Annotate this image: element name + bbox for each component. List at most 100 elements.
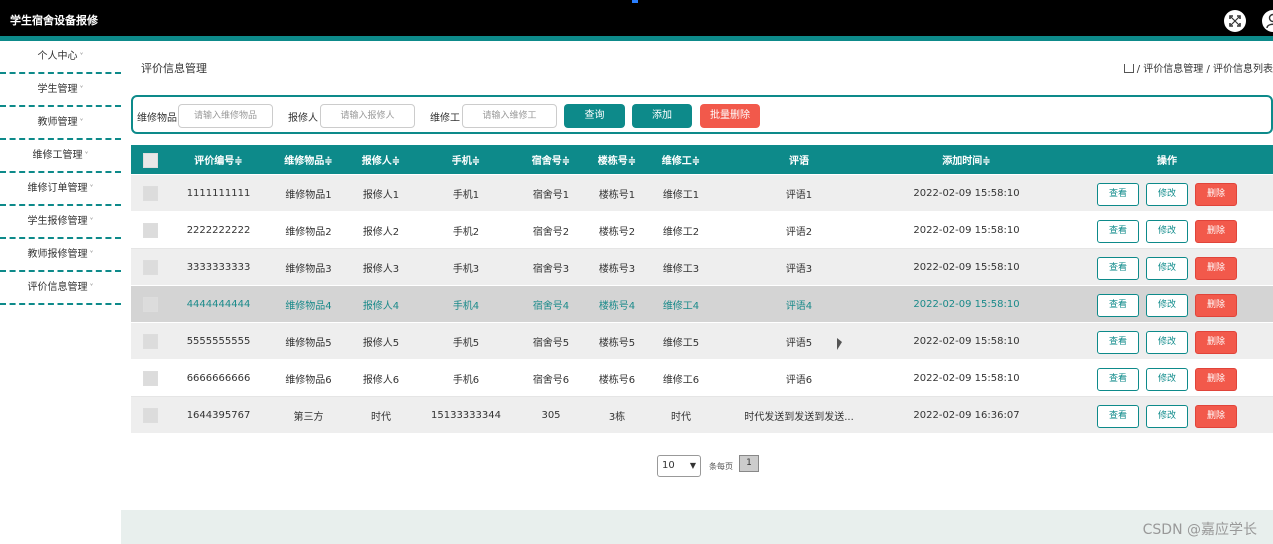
worker-search-input[interactable]: 请输入维修工: [462, 104, 557, 128]
row-checkbox[interactable]: [143, 260, 158, 275]
sidebar: 个人中心 ˅ 学生管理 ˅ 教师管理 ˅ 维修工管理 ˅ 维修订单管理 ˅ 学生报修管理 ˅…: [0, 41, 121, 544]
cell-phone: 手机2: [452, 226, 480, 238]
delete-button[interactable]: 删除: [1195, 257, 1237, 280]
delete-button[interactable]: 删除: [1195, 294, 1237, 317]
cell-building: 楼栋号3: [598, 263, 636, 275]
cell-reporter: 报修人1: [362, 189, 400, 201]
cell-id: 2222222222: [186, 224, 251, 236]
cell-comment: 评语5: [785, 337, 813, 349]
row-checkbox[interactable]: [143, 186, 158, 201]
cell-time: 2022-02-09 15:58:10: [913, 298, 1020, 310]
col-header-dorm[interactable]: 宿舍号≑: [516, 145, 586, 174]
edit-button[interactable]: 修改: [1146, 220, 1188, 243]
col-header-item[interactable]: 维修物品≑: [271, 145, 346, 174]
breadcrumb: / 评价信息管理 / 评价信息列表: [1123, 60, 1273, 75]
edit-button[interactable]: 修改: [1146, 331, 1188, 354]
sidebar-item-workers[interactable]: 维修工管理 ˅: [0, 140, 121, 173]
cell-dorm: 305: [541, 409, 561, 421]
row-checkbox[interactable]: [143, 297, 158, 312]
breadcrumb-text[interactable]: / 评价信息管理 / 评价信息列表: [1137, 64, 1273, 75]
delete-button[interactable]: 删除: [1195, 368, 1237, 391]
view-button[interactable]: 查看: [1097, 331, 1139, 354]
cell-id: 4444444444: [186, 298, 251, 310]
edit-button[interactable]: 修改: [1146, 294, 1188, 317]
delete-button[interactable]: 删除: [1195, 220, 1237, 243]
sidebar-item-orders[interactable]: 维修订单管理 ˅: [0, 173, 121, 206]
col-header-time[interactable]: 添加时间≑: [884, 145, 1049, 174]
cell-dorm: 宿舍号6: [532, 374, 570, 386]
row-checkbox[interactable]: [143, 408, 158, 423]
cell-item: 维修物品4: [285, 300, 332, 312]
reporter-label: 报修人: [288, 113, 318, 124]
page-number-button[interactable]: 1: [739, 455, 759, 472]
add-button[interactable]: 添加: [632, 104, 692, 128]
col-header-building[interactable]: 楼栋号≑: [586, 145, 648, 174]
cell-reporter: 报修人2: [362, 226, 400, 238]
cell-reporter: 报修人5: [362, 337, 400, 349]
cell-item: 维修物品1: [285, 189, 332, 201]
delete-button[interactable]: 删除: [1195, 405, 1237, 428]
table-row: 3333333333 维修物品3 报修人3 手机3 宿舍号3 楼栋号3 维修工3…: [131, 249, 1273, 286]
col-header-reporter[interactable]: 报修人≑: [346, 145, 416, 174]
edit-button[interactable]: 修改: [1146, 257, 1188, 280]
mouse-cursor-icon: [837, 338, 842, 350]
sidebar-item-label: 评价信息管理: [27, 282, 88, 293]
view-button[interactable]: 查看: [1097, 183, 1139, 206]
view-button[interactable]: 查看: [1097, 220, 1139, 243]
sidebar-item-reviews[interactable]: 评价信息管理 ˅: [0, 272, 121, 305]
edit-button[interactable]: 修改: [1146, 405, 1188, 428]
col-header-worker[interactable]: 维修工≑: [648, 145, 714, 174]
chevron-down-icon: ˅: [89, 217, 94, 226]
view-button[interactable]: 查看: [1097, 257, 1139, 280]
sidebar-item-teachers[interactable]: 教师管理 ˅: [0, 107, 121, 140]
home-icon[interactable]: [1123, 64, 1134, 73]
col-header-id[interactable]: 评价编号≑: [171, 145, 266, 174]
cell-dorm: 宿舍号3: [532, 263, 570, 275]
cell-time: 2022-02-09 15:58:10: [913, 187, 1020, 199]
delete-button[interactable]: 删除: [1195, 183, 1237, 206]
sidebar-item-label: 个人中心: [37, 51, 78, 62]
worker-label: 维修工: [430, 113, 460, 124]
edit-button[interactable]: 修改: [1146, 183, 1188, 206]
view-button[interactable]: 查看: [1097, 405, 1139, 428]
cell-building: 楼栋号2: [598, 226, 636, 238]
col-header-phone[interactable]: 手机≑: [416, 145, 516, 174]
sidebar-item-student-repairs[interactable]: 学生报修管理 ˅: [0, 206, 121, 239]
cell-id: 3333333333: [186, 261, 251, 273]
item-search-input[interactable]: 请输入维修物品: [178, 104, 273, 128]
row-checkbox[interactable]: [143, 334, 158, 349]
sidebar-item-students[interactable]: 学生管理 ˅: [0, 74, 121, 107]
cell-id: 1111111111: [186, 187, 251, 199]
col-header-comment: 评语: [789, 156, 809, 167]
cell-item: 维修物品5: [285, 337, 332, 349]
sidebar-item-teacher-repairs[interactable]: 教师报修管理 ˅: [0, 239, 121, 272]
sidebar-item-label: 学生报修管理: [27, 216, 88, 227]
col-header-ops: 操作: [1157, 156, 1177, 167]
cell-item: 维修物品3: [285, 263, 332, 275]
page-size-select[interactable]: 10 ▼: [657, 455, 701, 477]
query-button[interactable]: 查询: [564, 104, 625, 128]
reporter-search-input[interactable]: 请输入报修人: [320, 104, 415, 128]
sidebar-item-profile[interactable]: 个人中心 ˅: [0, 41, 121, 74]
fullscreen-icon[interactable]: [1224, 10, 1246, 32]
cell-item: 第三方: [293, 411, 324, 423]
cell-worker: 维修工4: [662, 300, 700, 312]
view-button[interactable]: 查看: [1097, 294, 1139, 317]
user-avatar-icon[interactable]: [1262, 10, 1273, 32]
chevron-down-icon: ˅: [79, 52, 84, 61]
row-checkbox[interactable]: [143, 371, 158, 386]
view-button[interactable]: 查看: [1097, 368, 1139, 391]
cell-time: 2022-02-09 15:58:10: [913, 261, 1020, 273]
footer: CSDN @嘉应学长: [121, 510, 1273, 544]
cell-phone: 手机6: [452, 374, 480, 386]
edit-button[interactable]: 修改: [1146, 368, 1188, 391]
cell-time: 2022-02-09 15:58:10: [913, 372, 1020, 384]
page-size-value: 10: [662, 460, 675, 471]
cell-building: 3栋: [608, 411, 626, 423]
page-title: 评价信息管理: [141, 62, 207, 75]
row-checkbox[interactable]: [143, 223, 158, 238]
table-row: 1644395767 第三方 时代 15133333344 305 3栋 时代 …: [131, 397, 1273, 434]
delete-button[interactable]: 删除: [1195, 331, 1237, 354]
batch-delete-button[interactable]: 批量删除: [700, 104, 760, 128]
select-all-checkbox[interactable]: [143, 153, 158, 168]
